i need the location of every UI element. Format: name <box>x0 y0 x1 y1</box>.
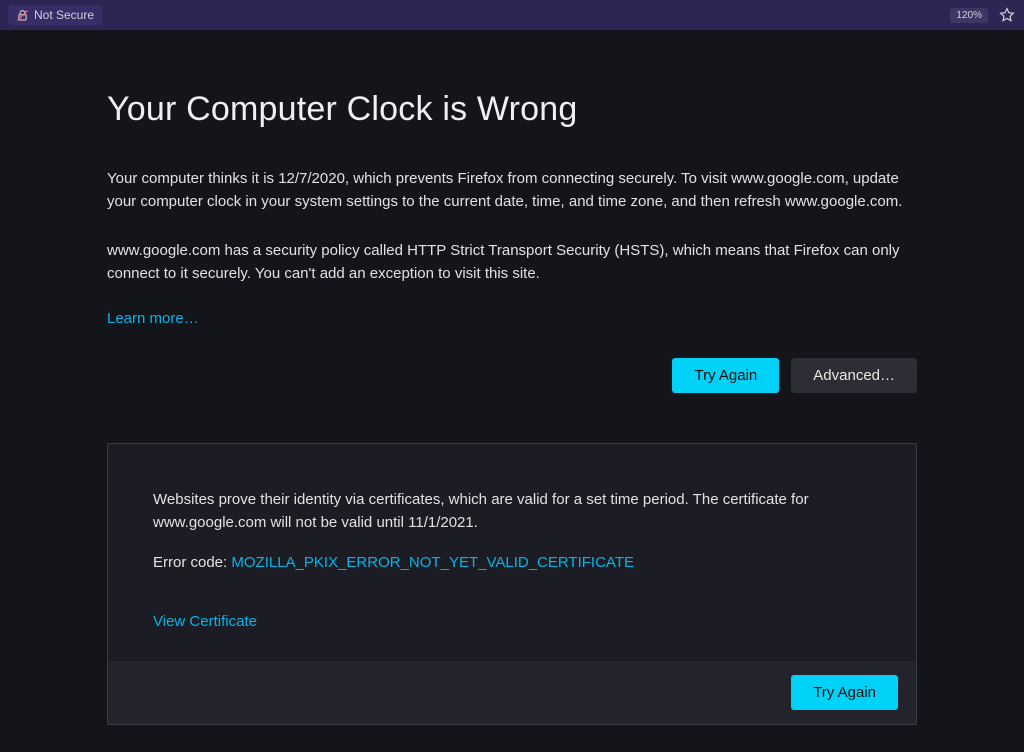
page-title: Your Computer Clock is Wrong <box>107 90 917 129</box>
button-row: Try Again Advanced… <box>107 358 917 393</box>
view-certificate-link[interactable]: View Certificate <box>153 613 257 630</box>
try-again-button[interactable]: Try Again <box>672 358 779 393</box>
url-bar-left: Not Secure <box>8 5 102 25</box>
bookmark-star-icon[interactable] <box>998 6 1016 24</box>
certificate-explanation: Websites prove their identity via certif… <box>153 489 871 534</box>
advanced-button[interactable]: Advanced… <box>791 358 917 393</box>
zoom-badge[interactable]: 120% <box>950 8 988 23</box>
error-page-content: Your Computer Clock is Wrong Your comput… <box>107 30 917 725</box>
try-again-button-panel[interactable]: Try Again <box>791 675 898 710</box>
url-bar: Not Secure 120% <box>0 0 1024 30</box>
advanced-panel-content: Websites prove their identity via certif… <box>108 444 916 661</box>
not-secure-label: Not Secure <box>34 8 94 22</box>
lock-strike-icon <box>16 9 29 22</box>
error-paragraph-2: www.google.com has a security policy cal… <box>107 239 917 286</box>
error-paragraph-1: Your computer thinks it is 12/7/2020, wh… <box>107 167 917 214</box>
not-secure-badge[interactable]: Not Secure <box>8 5 102 25</box>
advanced-panel: Websites prove their identity via certif… <box>107 443 917 725</box>
error-code-label: Error code: <box>153 554 231 571</box>
url-bar-right: 120% <box>950 6 1016 24</box>
error-code-link[interactable]: MOZILLA_PKIX_ERROR_NOT_YET_VALID_CERTIFI… <box>231 554 634 571</box>
advanced-panel-footer: Try Again <box>108 661 916 724</box>
error-code-line: Error code: MOZILLA_PKIX_ERROR_NOT_YET_V… <box>153 552 871 575</box>
learn-more-link[interactable]: Learn more… <box>107 310 199 327</box>
